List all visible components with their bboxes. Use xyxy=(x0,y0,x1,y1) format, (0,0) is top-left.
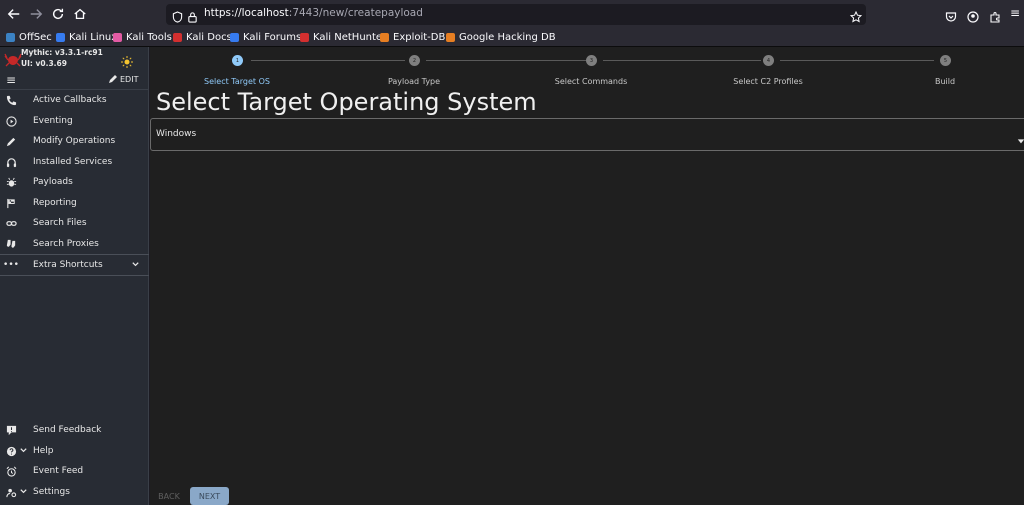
bookmark-google-hacking-db[interactable]: Google Hacking DB xyxy=(446,30,556,45)
kali-docs-icon xyxy=(173,33,182,42)
help-chevron-icon xyxy=(19,446,28,458)
browser-toolbar: https://localhost:7443/new/createpayload… xyxy=(0,0,1024,28)
sidebar-item-send-feedback[interactable]: Send Feedback xyxy=(0,420,149,440)
back-arrow-icon[interactable] xyxy=(4,4,24,24)
bookmark-star-icon[interactable] xyxy=(849,8,863,27)
step-3-label: Select Commands xyxy=(554,77,628,86)
step-5-label: Build xyxy=(934,77,956,86)
flag-icon xyxy=(5,197,17,209)
settings-icon xyxy=(5,486,17,498)
step-2-label: Payload Type xyxy=(387,77,441,86)
ui-version: UI: v0.3.69 xyxy=(21,59,67,68)
hamburger-menu-icon[interactable]: ≡ xyxy=(6,74,16,86)
link-icon xyxy=(5,217,17,229)
step-5-indicator: 5 xyxy=(940,55,951,66)
sidebar-item-modify-operations[interactable]: Modify Operations xyxy=(0,131,149,151)
ghdb-icon xyxy=(446,33,455,42)
headphones-icon xyxy=(5,156,17,168)
sidebar-item-help[interactable]: Help xyxy=(0,441,149,461)
extensions-icon[interactable] xyxy=(989,8,1001,27)
back-button[interactable]: BACK xyxy=(152,487,186,505)
sidebar: Mythic: v3.3.1-rc91 UI: v0.3.69 ≡ EDIT A… xyxy=(0,47,149,505)
sidebar-item-settings[interactable]: Settings xyxy=(0,482,149,502)
step-4-indicator: 4 xyxy=(763,55,774,66)
sidebar-item-payloads[interactable]: Payloads xyxy=(0,172,149,192)
step-4-label: Select C2 Profiles xyxy=(733,77,803,86)
pocket-icon[interactable] xyxy=(945,8,957,27)
step-3-indicator: 3 xyxy=(586,55,597,66)
theme-sun-icon[interactable] xyxy=(121,53,133,72)
step-connector xyxy=(251,60,405,61)
kali-forums-icon xyxy=(230,33,239,42)
bookmark-kali-forums[interactable]: Kali Forums xyxy=(230,30,301,45)
edit-pencil-icon xyxy=(109,75,117,83)
bookmark-kali-tools[interactable]: Kali Tools xyxy=(113,30,172,45)
bookmark-exploit-db[interactable]: Exploit-DB xyxy=(380,30,445,45)
alarm-icon xyxy=(5,465,17,477)
sidebar-item-eventing[interactable]: Eventing xyxy=(0,111,149,131)
mythic-version: Mythic: v3.3.1-rc91 xyxy=(21,48,103,57)
step-connector xyxy=(780,60,934,61)
socks-icon xyxy=(5,238,17,250)
shield-icon[interactable] xyxy=(172,8,183,27)
sidebar-item-extra-shortcuts[interactable]: ••• Extra Shortcuts xyxy=(0,255,149,275)
sidebar-item-reporting[interactable]: Reporting xyxy=(0,193,149,213)
forward-arrow-icon[interactable] xyxy=(26,4,46,24)
sidebar-item-search-files[interactable]: Search Files xyxy=(0,213,149,233)
bookmark-kali-linux[interactable]: Kali Linux xyxy=(56,30,117,45)
main-content: 1 2 3 4 5 Select Target OS Payload Type … xyxy=(150,47,1024,505)
nethunter-icon xyxy=(300,33,309,42)
feedback-icon xyxy=(5,424,17,436)
home-icon[interactable] xyxy=(70,4,90,24)
exploit-db-icon xyxy=(380,33,389,42)
more-icon: ••• xyxy=(3,260,19,270)
target-os-select[interactable]: Windows xyxy=(150,118,1024,151)
step-1-indicator: 1 xyxy=(232,55,243,66)
edit-button[interactable]: EDIT xyxy=(108,74,138,84)
sidebar-item-installed-services[interactable]: Installed Services xyxy=(0,152,149,172)
menu-icon[interactable]: ≡ xyxy=(1010,7,1020,19)
url-bar[interactable]: https://localhost:7443/new/createpayload xyxy=(166,4,866,25)
bookmark-offsec[interactable]: OffSec xyxy=(6,30,52,45)
kali-icon xyxy=(56,33,65,42)
bookmark-kali-docs[interactable]: Kali Docs xyxy=(173,30,232,45)
next-button[interactable]: NEXT xyxy=(190,487,229,505)
offsec-icon xyxy=(6,33,15,42)
step-1-label: Select Target OS xyxy=(204,77,270,86)
chevron-down-icon xyxy=(131,260,140,272)
url-text: https://localhost:7443/new/createpayload xyxy=(204,7,423,19)
step-connector xyxy=(603,60,761,61)
sidebar-item-event-feed[interactable]: Event Feed xyxy=(0,461,149,481)
bookmarks-bar: OffSec Kali Linux Kali Tools Kali Docs K… xyxy=(0,28,1024,47)
bookmark-kali-nethunter[interactable]: Kali NetHunter xyxy=(300,30,386,45)
reload-icon[interactable] xyxy=(48,4,68,24)
step-connector xyxy=(426,60,586,61)
pencil-icon xyxy=(5,135,17,147)
play-circle-icon xyxy=(5,115,17,127)
sidebar-item-active-callbacks[interactable]: Active Callbacks xyxy=(0,90,149,110)
step-2-indicator: 2 xyxy=(409,55,420,66)
mythic-logo-icon[interactable] xyxy=(4,52,22,71)
page-title: Select Target Operating System xyxy=(156,88,537,116)
sidebar-item-search-proxies[interactable]: Search Proxies xyxy=(0,234,149,254)
sidebar-divider xyxy=(0,275,149,276)
help-icon xyxy=(5,445,17,457)
dropdown-arrow-icon xyxy=(1017,130,1024,149)
bug-icon xyxy=(5,176,17,188)
settings-chevron-icon xyxy=(19,487,28,499)
phone-icon xyxy=(5,94,17,106)
target-os-value: Windows xyxy=(156,129,197,139)
kali-tools-icon xyxy=(113,33,122,42)
account-icon[interactable] xyxy=(967,8,979,27)
lock-icon[interactable] xyxy=(187,8,198,27)
